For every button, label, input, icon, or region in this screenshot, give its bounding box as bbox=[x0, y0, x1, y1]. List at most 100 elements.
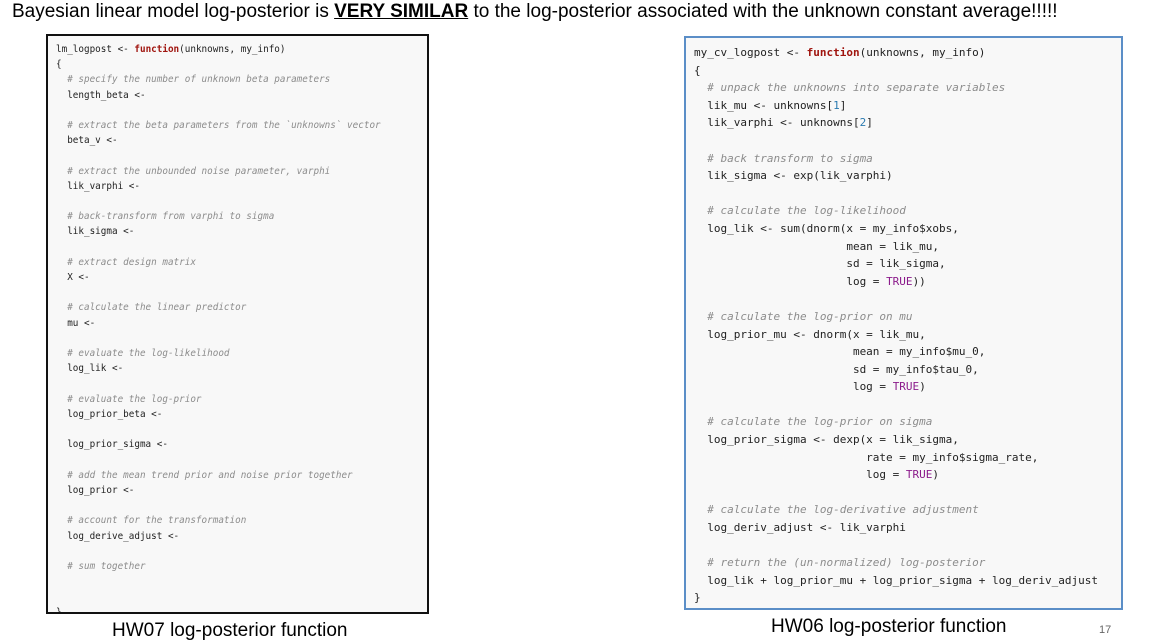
code-line: } bbox=[56, 605, 427, 614]
code-line: log_deriv_adjust <- lik_varphi bbox=[694, 519, 1121, 537]
code-token: log_prior_beta <- bbox=[56, 408, 163, 420]
code-line: lik_sigma <- bbox=[56, 224, 427, 239]
code-token: ) bbox=[919, 380, 926, 394]
code-token: log_derive_adjust <- bbox=[56, 530, 180, 542]
code-line: log_lik <- bbox=[56, 361, 427, 376]
code-line: lm_logpost <- function(unknowns, my_info… bbox=[56, 42, 427, 57]
hw07-code-block: lm_logpost <- function(unknowns, my_info… bbox=[46, 34, 429, 614]
code-line: # return the (un-normalized) log-posteri… bbox=[694, 554, 1121, 572]
code-line: log = TRUE) bbox=[694, 466, 1121, 484]
code-line: # calculate the log-prior on mu bbox=[694, 308, 1121, 326]
code-line: log_lik <- sum(dnorm(x = my_info$xobs, bbox=[694, 220, 1121, 238]
code-comment: # back-transform from varphi to sigma bbox=[56, 211, 275, 223]
code-line: X <- bbox=[56, 270, 427, 285]
code-token: } bbox=[694, 591, 701, 605]
code-comment: # calculate the log-prior on mu bbox=[694, 309, 913, 323]
code-line: # add the mean trend prior and noise pri… bbox=[56, 468, 427, 483]
code-line: # extract the beta parameters from the `… bbox=[56, 118, 427, 133]
code-token: beta_v <- bbox=[56, 135, 118, 147]
code-token: 1 bbox=[833, 98, 840, 112]
code-token: log = bbox=[694, 468, 906, 482]
code-comment: # calculate the log-likelihood bbox=[694, 204, 906, 218]
code-token: log_deriv_adjust <- lik_varphi bbox=[694, 521, 906, 535]
code-token: lik_sigma <- bbox=[56, 226, 135, 238]
code-token: sd = lik_sigma, bbox=[694, 257, 946, 271]
code-line: # calculate the linear predictor bbox=[56, 300, 427, 315]
code-token: log = bbox=[694, 380, 893, 394]
code-line: # evaluate the log-prior bbox=[56, 392, 427, 407]
code-line: lik_varphi <- bbox=[56, 179, 427, 194]
slide-number: 17 bbox=[1099, 624, 1112, 636]
code-token: TRUE bbox=[892, 380, 920, 394]
code-token: mean = lik_mu, bbox=[694, 239, 940, 253]
code-line: log_prior_sigma <- bbox=[56, 437, 427, 452]
code-line: # unpack the unknowns into separate vari… bbox=[694, 79, 1121, 97]
slide-headline: Bayesian linear model log-posterior is V… bbox=[12, 0, 1161, 24]
code-line: # extract design matrix bbox=[56, 255, 427, 270]
code-line: lik_varphi <- unknowns[2] bbox=[694, 114, 1121, 132]
hw06-caption: HW06 log-posterior function bbox=[771, 616, 1007, 637]
code-token: mu <- bbox=[56, 317, 96, 329]
code-comment: # extract the beta parameters from the `… bbox=[56, 120, 381, 132]
code-line: mean = my_info$mu_0, bbox=[694, 343, 1121, 361]
code-line: # calculate the log-likelihood bbox=[694, 202, 1121, 220]
code-token: } bbox=[56, 606, 62, 614]
code-token: TRUE bbox=[905, 468, 933, 482]
code-line: lik_mu <- unknowns[1] bbox=[694, 97, 1121, 115]
code-keyword: function bbox=[134, 44, 180, 55]
code-comment: # calculate the log-prior on sigma bbox=[694, 415, 933, 429]
code-token: TRUE bbox=[886, 274, 913, 288]
code-line: { bbox=[694, 62, 1121, 80]
code-line: # back-transform from varphi to sigma bbox=[56, 209, 427, 224]
code-line: log_derive_adjust <- bbox=[56, 529, 427, 544]
code-line: log_lik + log_prior_mu + log_prior_sigma… bbox=[694, 572, 1121, 590]
code-token: lik_mu <- unknowns[ bbox=[694, 98, 834, 112]
code-token: )) bbox=[912, 274, 926, 288]
code-comment: # calculate the linear predictor bbox=[56, 302, 247, 314]
code-line: rate = my_info$sigma_rate, bbox=[694, 449, 1121, 467]
code-token: { bbox=[694, 63, 701, 77]
code-line: log_prior_mu <- dnorm(x = lik_mu, bbox=[694, 326, 1121, 344]
code-line: mean = lik_mu, bbox=[694, 238, 1121, 256]
code-line: mu <- bbox=[56, 316, 427, 331]
code-token: mean = my_info$mu_0, bbox=[694, 345, 986, 359]
code-line: # extract the unbounded noise parameter,… bbox=[56, 164, 427, 179]
code-line: # specify the number of unknown beta par… bbox=[56, 72, 427, 87]
code-line: log_prior <- bbox=[56, 483, 427, 498]
code-line: log_prior_beta <- bbox=[56, 407, 427, 422]
code-token: rate = my_info$sigma_rate, bbox=[694, 450, 1039, 464]
code-line: # calculate the log-prior on sigma bbox=[694, 413, 1121, 431]
code-token: log_prior_sigma <- dexp(x = lik_sigma, bbox=[694, 433, 959, 447]
code-line: log = TRUE)) bbox=[694, 273, 1121, 291]
code-line: beta_v <- bbox=[56, 133, 427, 148]
code-token: ] bbox=[866, 116, 873, 130]
code-token: lik_varphi <- unknowns[ bbox=[694, 116, 860, 130]
code-token: log_lik + log_prior_mu + log_prior_sigma… bbox=[694, 573, 1098, 587]
code-token: ] bbox=[839, 98, 847, 112]
code-line: log_prior_sigma <- dexp(x = lik_sigma, bbox=[694, 431, 1121, 449]
code-line: my_cv_logpost <- function(unknowns, my_i… bbox=[694, 44, 1121, 62]
code-line: { bbox=[56, 57, 427, 72]
code-line: sd = lik_sigma, bbox=[694, 255, 1121, 273]
code-line: sd = my_info$tau_0, bbox=[694, 361, 1121, 379]
code-keyword: function bbox=[806, 46, 860, 59]
code-token: log_prior_mu <- dnorm(x = lik_mu, bbox=[694, 327, 926, 341]
headline-text-after: to the log-posterior associated with the… bbox=[468, 1, 1058, 22]
code-token: X <- bbox=[56, 272, 90, 284]
code-comment: # account for the transformation bbox=[56, 515, 247, 527]
